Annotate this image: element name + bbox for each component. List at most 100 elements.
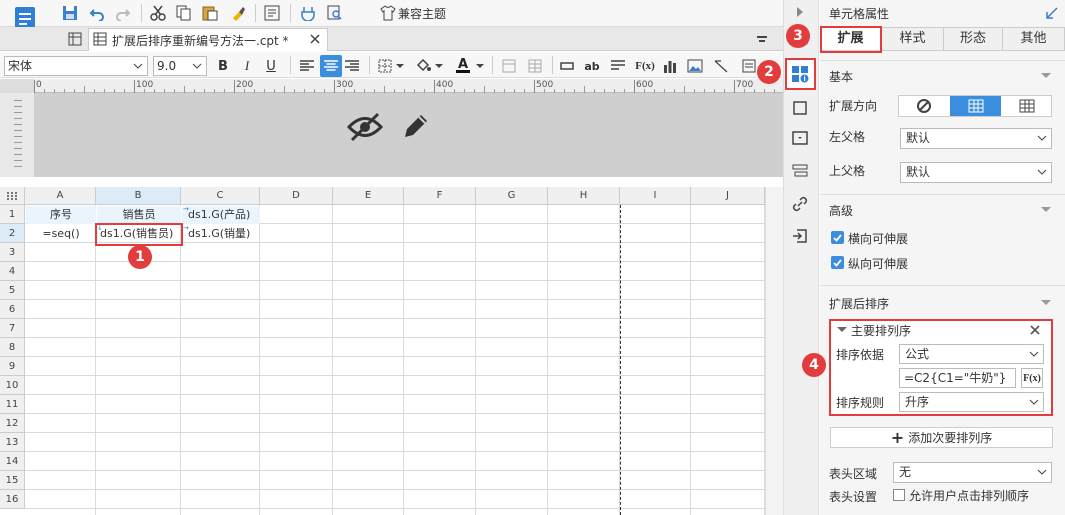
split-cell-icon[interactable]	[526, 57, 544, 75]
cell-C2[interactable]: ds1.G(销量)	[182, 225, 260, 243]
chevron-down-icon[interactable]	[475, 61, 485, 71]
remove-sort-icon[interactable]	[1028, 323, 1042, 337]
column-header-A[interactable]: A	[25, 187, 96, 205]
row-header-1[interactable]: 1	[0, 205, 25, 224]
column-header-H[interactable]: H	[548, 187, 620, 205]
chevron-down-icon[interactable]	[395, 61, 405, 71]
text-label-icon[interactable]: ab	[582, 57, 602, 75]
insert-cell-icon[interactable]	[558, 57, 576, 75]
sort-rule-select[interactable]: 升序	[899, 392, 1044, 412]
row-header-4[interactable]: 4	[0, 262, 25, 281]
font-color-icon[interactable]: A	[454, 55, 472, 75]
row-header-6[interactable]: 6	[0, 300, 25, 319]
grid-corner[interactable]	[0, 187, 25, 205]
row-header-2[interactable]: 2	[0, 224, 25, 243]
vertical-expand-icon[interactable]	[950, 96, 1001, 116]
column-header-I[interactable]: I	[620, 187, 691, 205]
column-header-G[interactable]: G	[476, 187, 548, 205]
column-header-J[interactable]: J	[691, 187, 765, 205]
plugin-icon[interactable]	[298, 3, 318, 23]
column-header-D[interactable]: D	[260, 187, 333, 205]
row-header-7[interactable]: 7	[0, 319, 25, 338]
row-header-5[interactable]: 5	[0, 281, 25, 300]
underline-button[interactable]: U	[262, 57, 280, 75]
edit-pencil-icon[interactable]	[398, 108, 434, 144]
copy-icon[interactable]	[174, 3, 194, 23]
cell-attribute-icon[interactable]	[789, 63, 811, 85]
sheet-vscroll[interactable]	[765, 187, 783, 515]
sort-formula-input[interactable]: =C2{C1="牛奶"}	[899, 368, 1016, 388]
column-header-E[interactable]: E	[333, 187, 404, 205]
slash-icon[interactable]	[712, 57, 730, 75]
redo-icon[interactable]	[113, 3, 133, 23]
collapse-triangle-icon[interactable]	[836, 324, 848, 336]
paragraph-icon[interactable]	[609, 57, 627, 75]
hide-eye-icon[interactable]	[345, 110, 385, 144]
row-header-11[interactable]: 11	[0, 395, 25, 414]
tab-menu-icon[interactable]	[753, 31, 771, 49]
row-header-8[interactable]: 8	[0, 338, 25, 357]
find-icon[interactable]	[325, 3, 345, 23]
merge-cell-icon[interactable]	[500, 57, 518, 75]
sub-report-icon[interactable]	[740, 57, 758, 75]
allow-user-sort-checkbox[interactable]	[893, 489, 905, 501]
format-painter-icon[interactable]	[228, 3, 248, 23]
close-tab-icon[interactable]	[307, 31, 323, 47]
file-tab-title[interactable]: 扩展后排序重新编号方法一.cpt *	[112, 32, 289, 49]
float-element-icon[interactable]	[789, 97, 811, 119]
image-icon[interactable]	[686, 57, 704, 75]
left-parent-select[interactable]: 默认	[900, 128, 1052, 149]
row-header-9[interactable]: 9	[0, 357, 25, 376]
chevron-down-icon[interactable]	[1040, 70, 1052, 82]
bold-button[interactable]: B	[214, 57, 232, 75]
align-center-icon[interactable]	[320, 55, 342, 77]
theme-label[interactable]: 兼容主题	[398, 5, 446, 22]
data-import-icon[interactable]	[789, 225, 811, 247]
row-header-3[interactable]: 3	[0, 243, 25, 262]
collapse-right-icon[interactable]	[792, 4, 808, 20]
cell-C1[interactable]: ds1.G(产品)	[182, 206, 260, 224]
panel-tab-1[interactable]: 样式	[882, 27, 944, 51]
horizontal-extend-checkbox[interactable]	[831, 231, 844, 244]
pin-panel-icon[interactable]	[1044, 5, 1060, 21]
row-header-14[interactable]: 14	[0, 452, 25, 471]
panel-tab-3[interactable]: 其他	[1003, 27, 1065, 51]
header-area-select[interactable]: 无	[893, 462, 1052, 483]
formula-editor-button[interactable]: F(x)	[1021, 368, 1043, 388]
row-header-16[interactable]: 16	[0, 490, 25, 509]
italic-button[interactable]: I	[238, 57, 256, 75]
row-header-15[interactable]: 15	[0, 471, 25, 490]
chevron-down-icon[interactable]	[434, 61, 444, 71]
formula-fx-icon[interactable]: F(x)	[633, 57, 657, 75]
sort-basis-select[interactable]: 公式	[899, 344, 1044, 364]
cell-preview-icon[interactable]	[262, 3, 282, 23]
hyperlink-icon[interactable]	[789, 193, 811, 215]
column-header-B[interactable]: B	[96, 187, 181, 205]
row-header-12[interactable]: 12	[0, 414, 25, 433]
cell-B1[interactable]: 销售员	[97, 206, 181, 224]
column-header-F[interactable]: F	[404, 187, 476, 205]
paste-icon[interactable]	[200, 3, 220, 23]
font-size-select[interactable]: 9.0	[153, 56, 207, 76]
no-expand-icon[interactable]	[899, 96, 949, 116]
row-header-13[interactable]: 13	[0, 433, 25, 452]
cut-icon[interactable]	[148, 3, 168, 23]
widget-icon[interactable]	[789, 127, 811, 149]
align-right-icon[interactable]	[343, 57, 361, 75]
undo-icon[interactable]	[87, 3, 107, 23]
align-left-icon[interactable]	[298, 57, 316, 75]
add-secondary-sort-button[interactable]: + 添加次要排列序	[830, 427, 1053, 448]
theme-icon[interactable]	[378, 3, 398, 23]
chart-icon[interactable]	[661, 57, 679, 75]
column-header-C[interactable]: C	[181, 187, 260, 205]
grid-layout-icon[interactable]	[66, 30, 84, 48]
cell-A1[interactable]: 序号	[26, 206, 96, 224]
font-name-select[interactable]: 宋体	[4, 56, 148, 76]
panel-tab-2[interactable]: 形态	[944, 27, 1003, 51]
cell-A2[interactable]: =seq()	[26, 225, 96, 243]
row-header-10[interactable]: 10	[0, 376, 25, 395]
horizontal-expand-icon[interactable]	[1002, 96, 1051, 116]
chevron-down-icon[interactable]	[1040, 204, 1052, 216]
save-icon[interactable]	[60, 3, 80, 23]
fill-color-icon[interactable]	[414, 57, 432, 75]
